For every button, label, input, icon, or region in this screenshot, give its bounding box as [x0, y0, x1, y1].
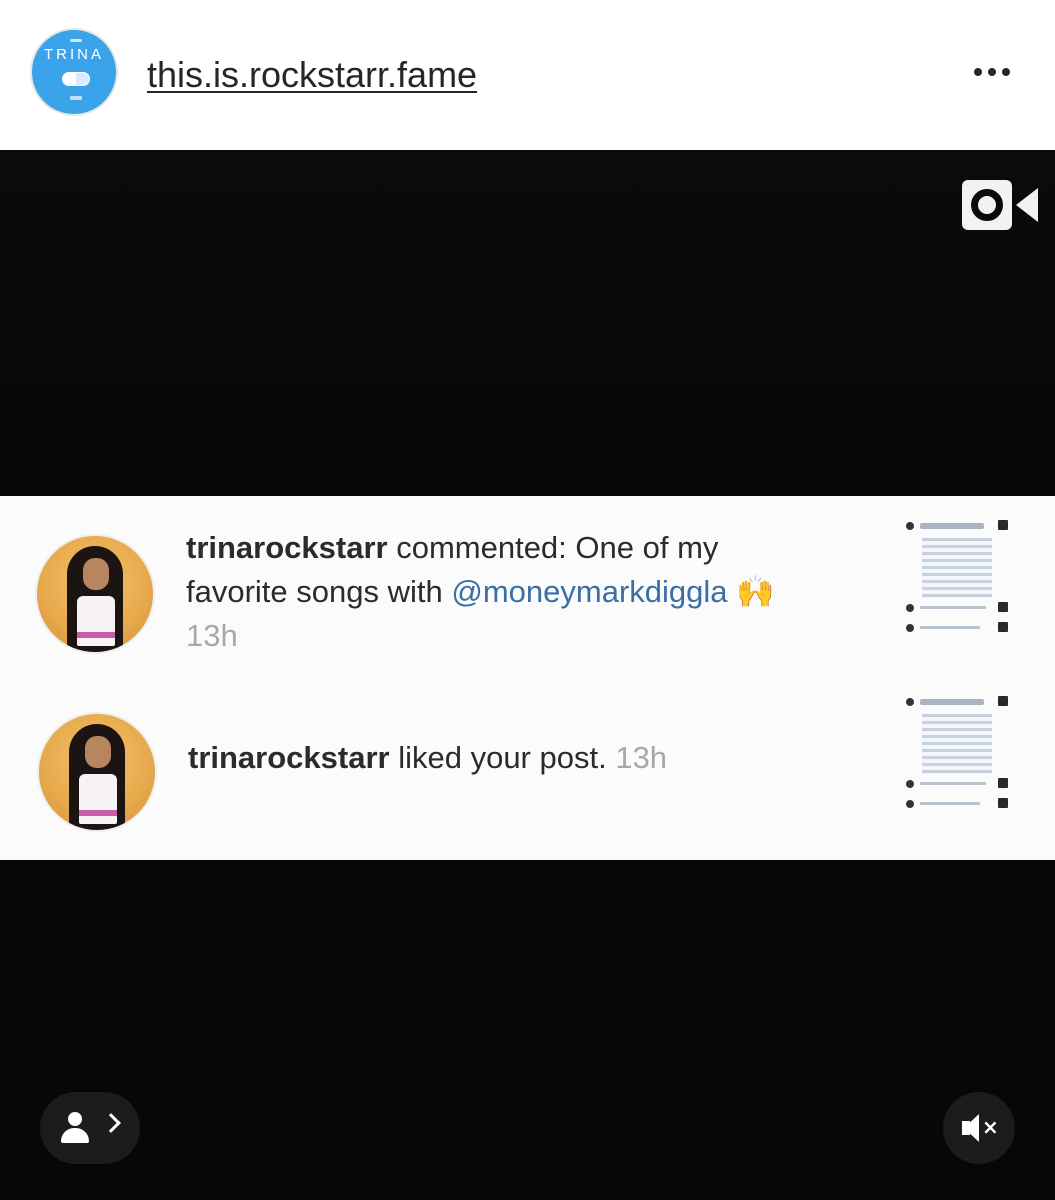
more-options-button[interactable] — [966, 60, 1018, 84]
raised-hands-icon: 🙌 — [736, 574, 775, 610]
igtv-video-icon — [962, 180, 1038, 230]
notification-username: trinarockstarr — [186, 530, 388, 565]
media-dark-band — [0, 150, 1055, 382]
like-action-text: liked your post. — [389, 740, 607, 775]
pill-icon — [62, 72, 90, 86]
notification-avatar — [37, 712, 157, 832]
chevron-right-icon — [101, 1113, 121, 1133]
comment-text-line1: commented: One of my — [387, 530, 719, 565]
notification-avatar — [35, 534, 155, 654]
post-media[interactable]: trinarockstarr commented: One of my favo… — [0, 150, 1055, 1200]
username-link[interactable]: this.is.rockstarr.fame — [147, 54, 477, 96]
post-header: TRINA this.is.rockstarr.fame — [0, 0, 1055, 150]
tagged-people-button[interactable] — [40, 1092, 140, 1164]
avatar-logo-text: TRINA — [44, 46, 104, 63]
comment-text-line2: favorite songs with — [186, 574, 452, 609]
mute-toggle-button[interactable]: × — [943, 1092, 1015, 1164]
person-icon — [68, 1112, 82, 1126]
more-horizontal-icon — [974, 68, 982, 76]
notification-like-text: trinarockstarr liked your post. 13h — [188, 736, 888, 780]
profile-avatar[interactable]: TRINA — [30, 28, 118, 116]
post-thumbnail — [900, 518, 1014, 640]
notification-comment-text: trinarockstarr commented: One of my favo… — [186, 526, 886, 658]
embedded-notification-screenshot: trinarockstarr commented: One of my favo… — [0, 496, 1055, 860]
notification-timestamp: 13h — [186, 618, 238, 653]
post-thumbnail — [900, 694, 1014, 816]
notification-username: trinarockstarr — [188, 740, 390, 775]
logo-crown-mark — [70, 39, 82, 42]
logo-small-mark — [70, 96, 82, 100]
notification-timestamp: 13h — [615, 740, 668, 775]
mention-link: @moneymarkdiggla — [451, 574, 728, 609]
